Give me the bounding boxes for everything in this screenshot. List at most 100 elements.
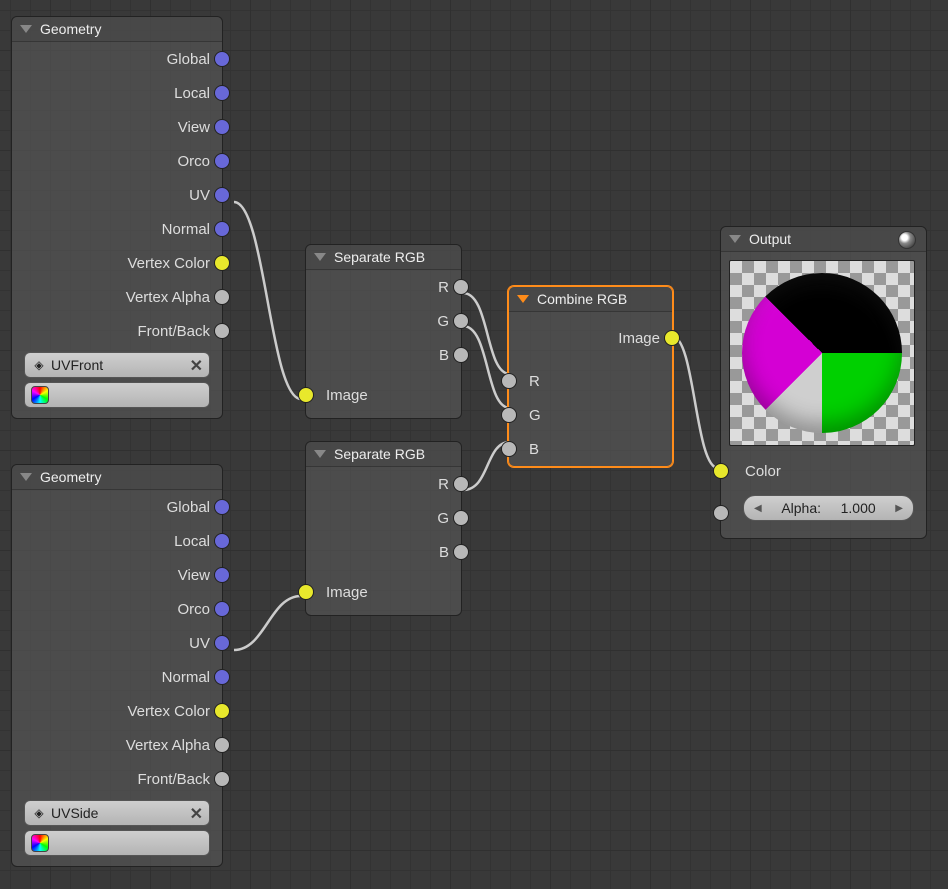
sphere-preview-icon	[898, 231, 916, 249]
socket-b[interactable]	[501, 441, 517, 457]
socket-r[interactable]	[453, 476, 469, 492]
collapse-triangle-icon[interactable]	[20, 473, 32, 481]
output-normal: Normal	[12, 660, 222, 694]
socket-local[interactable]	[214, 533, 230, 549]
socket-r[interactable]	[501, 373, 517, 389]
collapse-triangle-icon[interactable]	[314, 253, 326, 261]
uv-layer-field[interactable]: ◈ UVSide ✕	[24, 800, 210, 826]
output-g: G	[306, 304, 461, 338]
socket-front-back[interactable]	[214, 771, 230, 787]
node-editor-viewport[interactable]: Geometry Global Local View Orco UV Norma…	[0, 0, 948, 889]
preview-sphere	[742, 273, 902, 433]
output-r: R	[306, 270, 461, 304]
socket-image[interactable]	[298, 584, 314, 600]
socket-view[interactable]	[214, 119, 230, 135]
node-header[interactable]: Combine RGB	[509, 287, 672, 312]
input-color: Color	[721, 454, 926, 488]
collapse-triangle-icon[interactable]	[314, 450, 326, 458]
socket-vertex-color[interactable]	[214, 255, 230, 271]
preview-image	[729, 260, 915, 446]
node-title: Output	[749, 231, 791, 247]
uv-icon: ◈	[31, 805, 47, 821]
node-header[interactable]: Separate RGB	[306, 245, 461, 270]
output-orco: Orco	[12, 144, 222, 178]
node-title: Geometry	[40, 21, 101, 37]
socket-r[interactable]	[453, 279, 469, 295]
output-view: View	[12, 558, 222, 592]
socket-g[interactable]	[453, 313, 469, 329]
chevron-right-icon[interactable]: ▶	[895, 503, 903, 514]
clear-icon[interactable]: ✕	[190, 804, 203, 824]
socket-b[interactable]	[453, 347, 469, 363]
node-separate-rgb-1[interactable]: Separate RGB R G B Image	[305, 244, 462, 419]
node-geometry-2[interactable]: Geometry Global Local View Orco UV Norma…	[11, 464, 223, 867]
socket-front-back[interactable]	[214, 323, 230, 339]
node-geometry-1[interactable]: Geometry Global Local View Orco UV Norma…	[11, 16, 223, 419]
vertex-color-field[interactable]	[24, 382, 210, 408]
collapse-triangle-icon[interactable]	[20, 25, 32, 33]
socket-local[interactable]	[214, 85, 230, 101]
input-b: B	[509, 432, 672, 466]
socket-vertex-color[interactable]	[214, 703, 230, 719]
alpha-value: 1.000	[841, 500, 876, 516]
color-wheel-icon	[31, 386, 49, 404]
input-image: Image	[306, 569, 461, 615]
socket-g[interactable]	[501, 407, 517, 423]
output-b: B	[306, 338, 461, 372]
color-wheel-icon	[31, 834, 49, 852]
node-header[interactable]: Output	[721, 227, 926, 252]
input-image: Image	[306, 372, 461, 418]
output-orco: Orco	[12, 592, 222, 626]
socket-vertex-alpha[interactable]	[214, 289, 230, 305]
socket-orco[interactable]	[214, 153, 230, 169]
socket-g[interactable]	[453, 510, 469, 526]
socket-global[interactable]	[214, 51, 230, 67]
node-output[interactable]: Output Color ◀ Alpha: 1.000 ▶	[720, 226, 927, 539]
socket-uv[interactable]	[214, 187, 230, 203]
output-g: G	[306, 501, 461, 535]
output-local: Local	[12, 524, 222, 558]
node-title: Combine RGB	[537, 291, 627, 307]
socket-orco[interactable]	[214, 601, 230, 617]
output-view: View	[12, 110, 222, 144]
socket-normal[interactable]	[214, 669, 230, 685]
socket-image[interactable]	[298, 387, 314, 403]
collapse-triangle-icon[interactable]	[729, 235, 741, 243]
output-normal: Normal	[12, 212, 222, 246]
input-g: G	[509, 398, 672, 432]
collapse-triangle-icon[interactable]	[517, 295, 529, 303]
socket-b[interactable]	[453, 544, 469, 560]
node-header[interactable]: Separate RGB	[306, 442, 461, 467]
clear-icon[interactable]: ✕	[190, 356, 203, 376]
socket-vertex-alpha[interactable]	[214, 737, 230, 753]
chevron-left-icon[interactable]: ◀	[754, 503, 762, 514]
node-header[interactable]: Geometry	[12, 17, 222, 42]
node-title: Geometry	[40, 469, 101, 485]
alpha-label: Alpha:	[781, 500, 821, 516]
uv-layer-name: UVSide	[51, 805, 98, 821]
socket-view[interactable]	[214, 567, 230, 583]
socket-uv[interactable]	[214, 635, 230, 651]
output-vertex-alpha: Vertex Alpha	[12, 280, 222, 314]
node-header[interactable]: Geometry	[12, 465, 222, 490]
socket-global[interactable]	[214, 499, 230, 515]
vertex-color-field[interactable]	[24, 830, 210, 856]
output-r: R	[306, 467, 461, 501]
output-vertex-color: Vertex Color	[12, 246, 222, 280]
node-separate-rgb-2[interactable]: Separate RGB R G B Image	[305, 441, 462, 616]
alpha-number-field[interactable]: ◀ Alpha: 1.000 ▶	[743, 495, 914, 521]
node-title: Separate RGB	[334, 446, 425, 462]
output-uv: UV	[12, 178, 222, 212]
socket-alpha[interactable]	[713, 505, 729, 521]
node-combine-rgb[interactable]: Combine RGB Image R G B	[508, 286, 673, 467]
input-r: R	[509, 364, 672, 398]
uv-layer-field[interactable]: ◈ UVFront ✕	[24, 352, 210, 378]
output-image: Image	[509, 312, 672, 364]
socket-color[interactable]	[713, 463, 729, 479]
output-b: B	[306, 535, 461, 569]
output-front-back: Front/Back	[12, 762, 222, 796]
socket-normal[interactable]	[214, 221, 230, 237]
socket-image[interactable]	[664, 330, 680, 346]
uv-layer-name: UVFront	[51, 357, 103, 373]
output-vertex-color: Vertex Color	[12, 694, 222, 728]
